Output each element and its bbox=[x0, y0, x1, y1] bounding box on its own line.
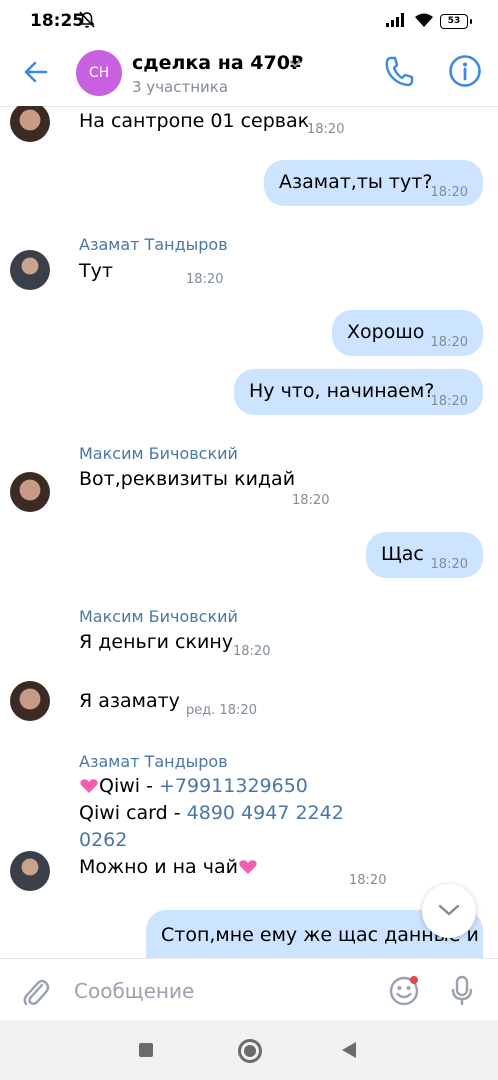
message-time: 18:20 bbox=[292, 493, 330, 508]
status-bar: 18:25 53 bbox=[0, 0, 498, 40]
sender-name[interactable]: Азамат Тандыров bbox=[79, 752, 228, 771]
info-icon[interactable] bbox=[448, 54, 482, 88]
home-button[interactable] bbox=[238, 1039, 262, 1063]
avatar[interactable] bbox=[10, 851, 50, 891]
tea-text: Можно и на чай bbox=[79, 856, 238, 878]
message-text: Qiwi - +79911329650 bbox=[79, 775, 308, 797]
chat-title[interactable]: сделка на 470₽ bbox=[132, 52, 303, 74]
chat-header: СН сделка на 470₽ 3 участника bbox=[0, 40, 498, 107]
chat-subtitle: 3 участника bbox=[132, 78, 229, 96]
status-time: 18:25 bbox=[30, 11, 85, 31]
message-time: 18:20 bbox=[233, 644, 271, 659]
recents-button[interactable] bbox=[139, 1043, 153, 1057]
card-label: Qiwi card - bbox=[79, 802, 187, 824]
message-text: 0262 bbox=[79, 829, 127, 851]
message-time: 18:20 bbox=[186, 272, 224, 287]
mute-icon bbox=[79, 11, 95, 28]
back-nav-button[interactable] bbox=[342, 1042, 356, 1058]
signal-icon bbox=[386, 13, 404, 27]
message-text: Qiwi card - 4890 4947 2242 bbox=[79, 802, 344, 824]
heart-icon bbox=[239, 860, 257, 874]
message-time: ред. 18:20 bbox=[186, 703, 257, 718]
message-text: Щас bbox=[381, 543, 424, 565]
message-time: 18:20 bbox=[430, 185, 468, 200]
emoji-icon[interactable] bbox=[388, 975, 422, 1007]
wifi-icon bbox=[415, 13, 433, 27]
avatar[interactable] bbox=[10, 681, 50, 721]
message-time: 18:20 bbox=[307, 122, 345, 137]
outgoing-message[interactable]: Хорошо 18:20 bbox=[332, 310, 483, 356]
message-time: 18:20 bbox=[430, 335, 468, 350]
mic-icon[interactable] bbox=[450, 975, 474, 1007]
battery-indicator: 53 bbox=[440, 14, 472, 29]
message-text: На сантропе 01 сервак bbox=[79, 110, 310, 132]
back-icon[interactable] bbox=[22, 58, 50, 86]
avatar[interactable] bbox=[10, 106, 50, 142]
chevron-down-icon[interactable] bbox=[289, 60, 301, 68]
outgoing-message[interactable]: Ну что, начинаем? 18:20 bbox=[234, 369, 483, 415]
composer bbox=[0, 958, 498, 1021]
outgoing-message[interactable]: Азамат,ты тут? 18:20 bbox=[264, 160, 483, 206]
message-time: 18:20 bbox=[430, 557, 468, 572]
message-text: Я деньги скину bbox=[79, 631, 233, 653]
system-nav-bar bbox=[0, 1020, 498, 1080]
message-text: Азамат,ты тут? bbox=[279, 171, 433, 193]
message-text: Хорошо bbox=[347, 321, 425, 343]
phone-icon[interactable] bbox=[384, 55, 414, 87]
message-text: Можно и на чай bbox=[79, 856, 258, 878]
card-number-link[interactable]: 0262 bbox=[79, 829, 127, 851]
message-time: 18:20 bbox=[430, 394, 468, 409]
card-number-link[interactable]: 4890 4947 2242 bbox=[187, 802, 344, 824]
heart-icon bbox=[80, 779, 98, 793]
message-list[interactable]: На сантропе 01 сервак 18:20 Азамат,ты ту… bbox=[0, 106, 498, 958]
sender-name[interactable]: Азамат Тандыров bbox=[79, 235, 228, 254]
sender-name[interactable]: Максим Бичовский bbox=[79, 444, 238, 463]
qiwi-label: Qiwi - bbox=[99, 775, 159, 797]
phone-link[interactable]: +79911329650 bbox=[159, 775, 308, 797]
paperclip-icon[interactable] bbox=[22, 976, 50, 1008]
chevron-down-icon bbox=[438, 904, 460, 916]
chat-avatar[interactable]: СН bbox=[76, 50, 122, 96]
message-text: Я азамату bbox=[79, 690, 180, 712]
outgoing-message[interactable]: Щас 18:20 bbox=[366, 532, 483, 578]
message-input[interactable] bbox=[72, 973, 376, 1009]
sender-name[interactable]: Максим Бичовский bbox=[79, 607, 238, 626]
message-time: 18:20 bbox=[349, 873, 387, 888]
message-text: Тут bbox=[79, 260, 113, 282]
scroll-down-button[interactable] bbox=[422, 884, 476, 938]
message-text: Ну что, начинаем? bbox=[249, 380, 435, 402]
message-text: Вот,реквизиты кидай bbox=[79, 468, 296, 490]
avatar[interactable] bbox=[10, 472, 50, 512]
avatar[interactable] bbox=[10, 250, 50, 290]
